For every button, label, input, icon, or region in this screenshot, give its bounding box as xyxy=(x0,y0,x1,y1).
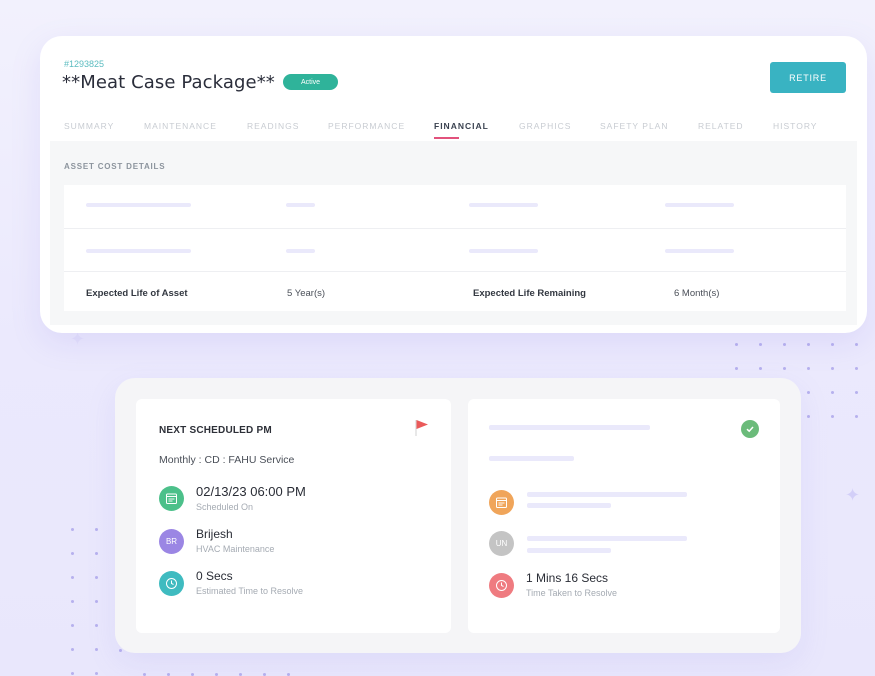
section-title: ASSET COST DETAILS xyxy=(64,162,166,171)
tab-related[interactable]: RELATED xyxy=(698,121,744,131)
table-row xyxy=(64,185,846,228)
decorative-dot xyxy=(783,343,786,346)
decorative-dot xyxy=(119,649,122,652)
tab-graphics[interactable]: GRAPHICS xyxy=(519,121,571,131)
decorative-dot xyxy=(95,600,98,603)
placeholder-bar xyxy=(86,203,191,207)
decorative-dot xyxy=(71,528,74,531)
decorative-dot xyxy=(855,391,858,394)
sparkle-icon: ✦ xyxy=(845,485,861,505)
financial-panel: ASSET COST DETAILS Expected Life of Asse… xyxy=(50,141,857,325)
decorative-dot xyxy=(855,343,858,346)
decorative-dot xyxy=(831,343,834,346)
check-icon xyxy=(741,420,759,438)
decorative-dot xyxy=(71,576,74,579)
placeholder-bar xyxy=(527,536,687,541)
expected-life-value: 5 Year(s) xyxy=(287,288,326,299)
cost-details-table: Expected Life of Asset 5 Year(s) Expecte… xyxy=(64,185,846,311)
avatar: BR xyxy=(159,529,184,554)
next-pm-card: NEXT SCHEDULED PM Monthly : CD : FAHU Se… xyxy=(136,399,451,633)
resolve-value: 1 Mins 16 Secs xyxy=(526,571,609,585)
calendar-icon xyxy=(159,486,184,511)
pm-title: NEXT SCHEDULED PM xyxy=(159,425,272,436)
tab-history[interactable]: HISTORY xyxy=(773,121,817,131)
tab-performance[interactable]: PERFORMANCE xyxy=(328,121,405,131)
asset-card: #1293825 **Meat Case Package** Active RE… xyxy=(40,36,867,333)
decorative-dot xyxy=(735,367,738,370)
tab-safety-plan[interactable]: SAFETY PLAN xyxy=(600,121,668,131)
decorative-dot xyxy=(831,367,834,370)
pm-subtitle: Monthly : CD : FAHU Service xyxy=(159,454,295,466)
calendar-icon xyxy=(489,490,514,515)
tab-summary[interactable]: SUMMARY xyxy=(64,121,114,131)
decorative-dot xyxy=(95,672,98,675)
decorative-dot xyxy=(807,415,810,418)
decorative-dot xyxy=(735,343,738,346)
placeholder-bar xyxy=(527,548,611,553)
placeholder-bar xyxy=(489,456,574,461)
decorative-dot xyxy=(95,576,98,579)
scheduled-date: 02/13/23 06:00 PM xyxy=(196,484,306,499)
decorative-dot xyxy=(71,624,74,627)
decorative-dot xyxy=(807,367,810,370)
table-row: Expected Life of Asset 5 Year(s) Expecte… xyxy=(64,271,846,314)
clock-icon xyxy=(489,573,514,598)
life-remaining-value: 6 Month(s) xyxy=(674,288,720,299)
placeholder-bar xyxy=(286,249,315,253)
tab-financial[interactable]: FINANCIAL xyxy=(434,121,489,139)
resolve-label: Time Taken to Resolve xyxy=(526,588,618,598)
decorative-dot xyxy=(855,415,858,418)
tab-readings[interactable]: READINGS xyxy=(247,121,299,131)
asset-id: #1293825 xyxy=(64,59,105,69)
decorative-dot xyxy=(95,624,98,627)
placeholder-bar xyxy=(665,249,734,253)
decorative-dot xyxy=(807,343,810,346)
assignee-name: Brijesh xyxy=(196,527,233,541)
decorative-dot xyxy=(783,367,786,370)
decorative-dot xyxy=(95,648,98,651)
decorative-dot xyxy=(759,343,762,346)
assignee-team: HVAC Maintenance xyxy=(196,544,275,554)
flag-icon xyxy=(415,420,428,436)
decorative-dot xyxy=(831,391,834,394)
maintenance-summary-card: NEXT SCHEDULED PM Monthly : CD : FAHU Se… xyxy=(115,378,801,653)
status-badge: Active xyxy=(283,74,338,90)
placeholder-bar xyxy=(527,492,687,497)
tab-maintenance[interactable]: MAINTENANCE xyxy=(144,121,217,131)
decorative-dot xyxy=(71,648,74,651)
placeholder-bar xyxy=(469,203,538,207)
decorative-dot xyxy=(831,415,834,418)
table-row xyxy=(64,228,846,271)
decorative-dot xyxy=(855,367,858,370)
placeholder-bar xyxy=(469,249,538,253)
estimate-label: Estimated Time to Resolve xyxy=(196,586,304,596)
decorative-dot xyxy=(95,552,98,555)
placeholder-bar xyxy=(86,249,191,253)
placeholder-bar xyxy=(489,425,650,430)
scheduled-label: Scheduled On xyxy=(196,502,254,512)
decorative-dot xyxy=(71,600,74,603)
decorative-dot xyxy=(71,552,74,555)
decorative-dot xyxy=(807,391,810,394)
decorative-dot xyxy=(759,367,762,370)
expected-life-label: Expected Life of Asset xyxy=(86,288,188,299)
avatar: UN xyxy=(489,531,514,556)
completed-wo-card: UN 1 Mins 16 Secs Time Taken to Resolve xyxy=(468,399,780,633)
estimate-value: 0 Secs xyxy=(196,569,233,583)
tab-financial-label: FINANCIAL xyxy=(434,121,489,131)
decorative-dot xyxy=(95,528,98,531)
placeholder-bar xyxy=(527,503,611,508)
retire-button[interactable]: RETIRE xyxy=(770,62,846,93)
clock-icon xyxy=(159,571,184,596)
life-remaining-label: Expected Life Remaining xyxy=(473,288,586,299)
placeholder-bar xyxy=(665,203,734,207)
placeholder-bar xyxy=(286,203,315,207)
decorative-dot xyxy=(71,672,74,675)
page-title: **Meat Case Package** xyxy=(62,72,275,93)
active-tab-indicator xyxy=(434,137,459,139)
